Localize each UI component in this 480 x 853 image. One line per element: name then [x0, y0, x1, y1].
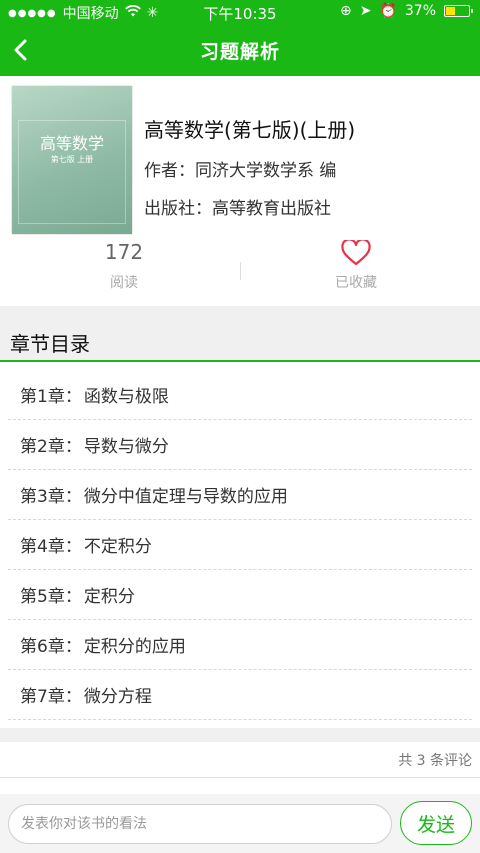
book-author: 作者：同济大学数学系 编 [144, 161, 337, 181]
chapter-list: 第1章： 函数与极限 第2章： 导数与微分 第3章： 微分中值定理与导数的应用 第4章… [0, 370, 480, 720]
book-cover[interactable]: 高等数学 第七版 上册 [12, 86, 132, 234]
book-title: 高等数学(第七版)(上册) [144, 118, 356, 142]
favorite-label: 已收藏 [335, 275, 377, 291]
section-gap-2 [0, 728, 480, 742]
section-gap [0, 306, 480, 320]
battery-percent: 37% [404, 3, 436, 19]
cover-edition: 第七版 上册 [50, 155, 94, 164]
book-publisher: 出版社：高等教育出版社 [144, 199, 331, 219]
chapter-item-1[interactable]: 第1章： 函数与极限 [8, 370, 472, 420]
comment-input[interactable] [9, 805, 391, 843]
chapter-item-7[interactable]: 第7章： 微分方程 [8, 670, 472, 720]
chapter-item-5[interactable]: 第5章： 定积分 [8, 570, 472, 620]
send-button[interactable]: 发送 [400, 801, 472, 845]
book-card: 高等数学 第七版 上册 高等数学(第七版)(上册) 作者：同济大学数学系 编 出… [0, 76, 480, 306]
chapter-section-header: 章节目录 [0, 320, 480, 362]
chapter-item-3[interactable]: 第3章： 微分中值定理与导数的应用 [8, 470, 472, 520]
alarm-icon: ⏰ [379, 3, 397, 19]
chapter-item-6[interactable]: 第6章： 定积分的应用 [8, 620, 472, 670]
comment-count: 共 3 条评论 [398, 753, 472, 769]
read-label: 阅读 [110, 275, 138, 291]
status-bar: ●●●●● 中国移动 ✳ 下午10:35 ⊕ ➤ ⏰ 37% [0, 0, 480, 24]
battery-icon [444, 5, 473, 17]
top-bar: ●●●●● 中国移动 ✳ 下午10:35 ⊕ ➤ ⏰ 37% 习题解析 [0, 0, 480, 76]
comment-composer: 发送 [0, 794, 480, 853]
page-title: 习题解析 [199, 41, 280, 63]
read-count: 172 [104, 240, 144, 264]
section-title: 章节目录 [10, 332, 90, 356]
chapter-item-2[interactable]: 第2章： 导数与微分 [8, 420, 472, 470]
read-stat: 172 阅读 [4, 240, 244, 292]
heart-icon [341, 240, 371, 266]
comments-summary: 共 3 条评论 [0, 742, 480, 778]
location-icon: ➤ [359, 3, 372, 19]
cover-title: 高等数学 [39, 134, 104, 153]
nav-bar: 习题解析 [0, 24, 480, 76]
favorite-button[interactable]: 已收藏 [236, 240, 476, 292]
comment-input-wrap [8, 804, 392, 844]
rotation-lock-icon: ⊕ [339, 3, 352, 19]
chapter-item-4[interactable]: 第4章： 不定积分 [8, 520, 472, 570]
